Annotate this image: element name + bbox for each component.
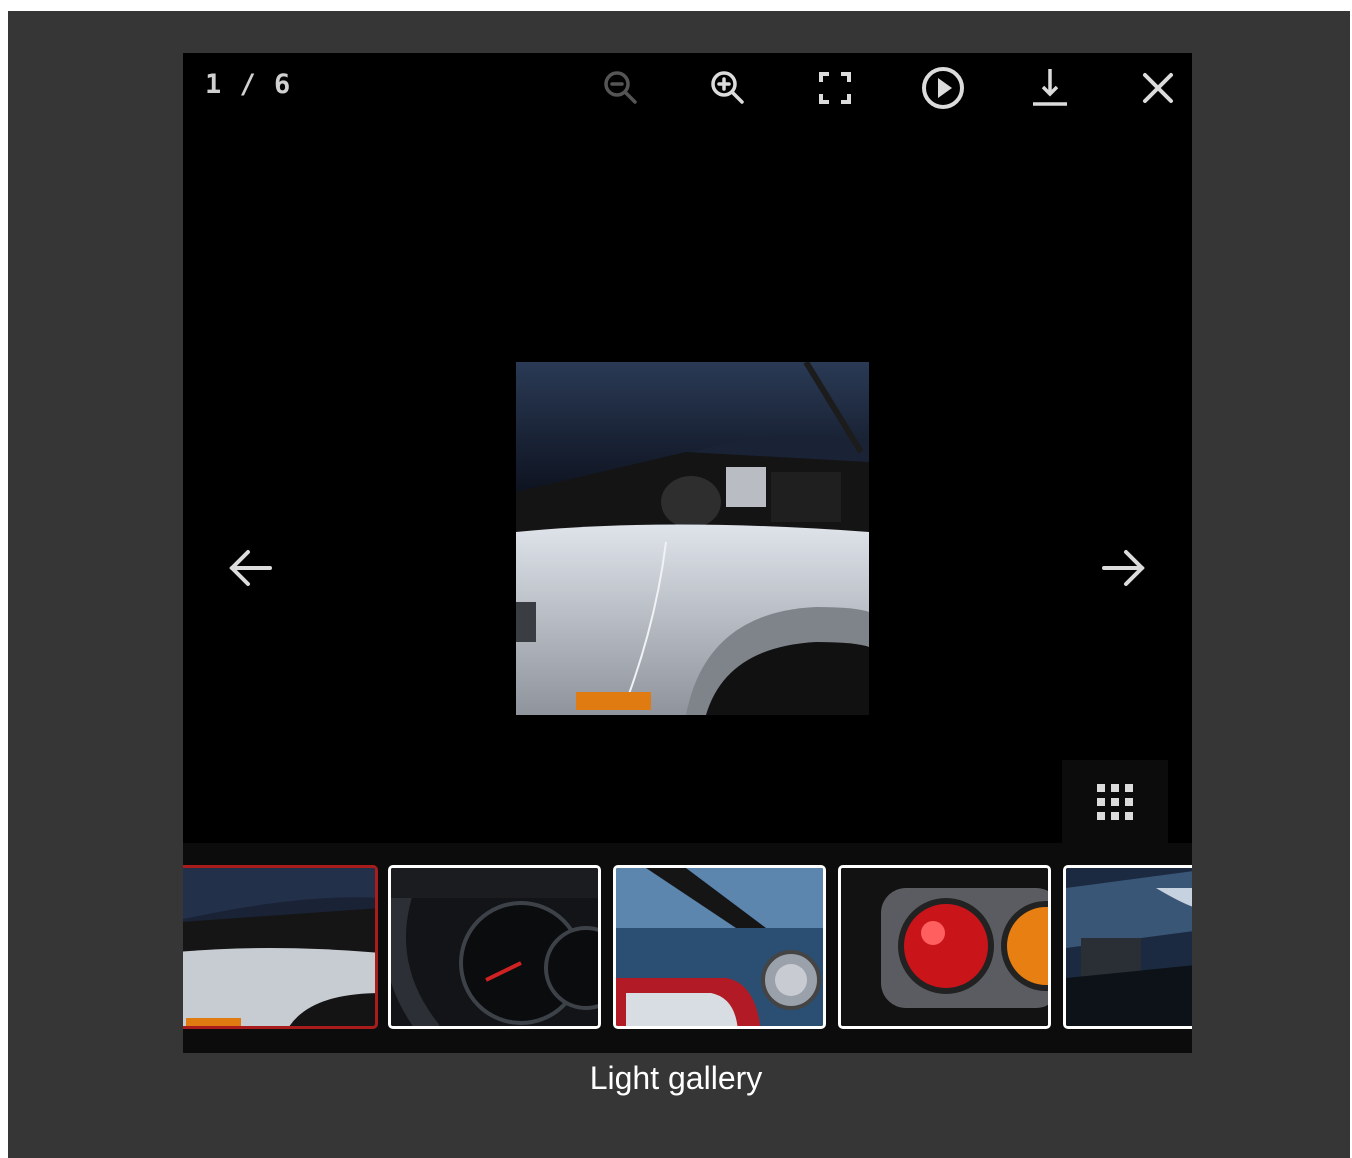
slide-counter: 1 / 6 — [205, 69, 292, 100]
thumbnail-4[interactable] — [838, 865, 1051, 1029]
download-button[interactable] — [1020, 63, 1080, 113]
thumbnail-5[interactable] — [1063, 865, 1192, 1029]
thumbnail-3[interactable] — [613, 865, 826, 1029]
download-icon — [1033, 69, 1067, 106]
arrow-left-icon — [229, 550, 272, 586]
zoom-out-button[interactable] — [591, 63, 651, 113]
close-icon — [1143, 73, 1173, 103]
demo-frame: 1 / 6 Light gallery — [8, 11, 1350, 1158]
gallery-caption: Light gallery — [589, 1060, 763, 1096]
grid-icon — [1097, 783, 1133, 820]
close-button[interactable] — [1128, 63, 1188, 113]
zoom-out-icon — [604, 71, 637, 104]
thumbnail-strip — [183, 843, 1192, 1053]
prev-slide-button[interactable] — [221, 543, 281, 593]
zoom-in-icon — [711, 71, 744, 104]
autoplay-button[interactable] — [913, 63, 973, 113]
next-slide-button[interactable] — [1093, 543, 1153, 593]
thumbnail-2[interactable] — [388, 865, 601, 1029]
zoom-in-button[interactable] — [698, 63, 758, 113]
fullscreen-icon — [819, 72, 851, 104]
arrow-right-icon — [1102, 550, 1145, 586]
lightbox-viewer: 1 / 6 — [183, 53, 1192, 1053]
thumbnail-1[interactable] — [183, 865, 378, 1029]
fullscreen-button[interactable] — [805, 63, 865, 113]
thumbnail-grid-toggle[interactable] — [1062, 760, 1168, 843]
main-slide-image — [516, 362, 869, 715]
play-icon — [922, 67, 964, 109]
